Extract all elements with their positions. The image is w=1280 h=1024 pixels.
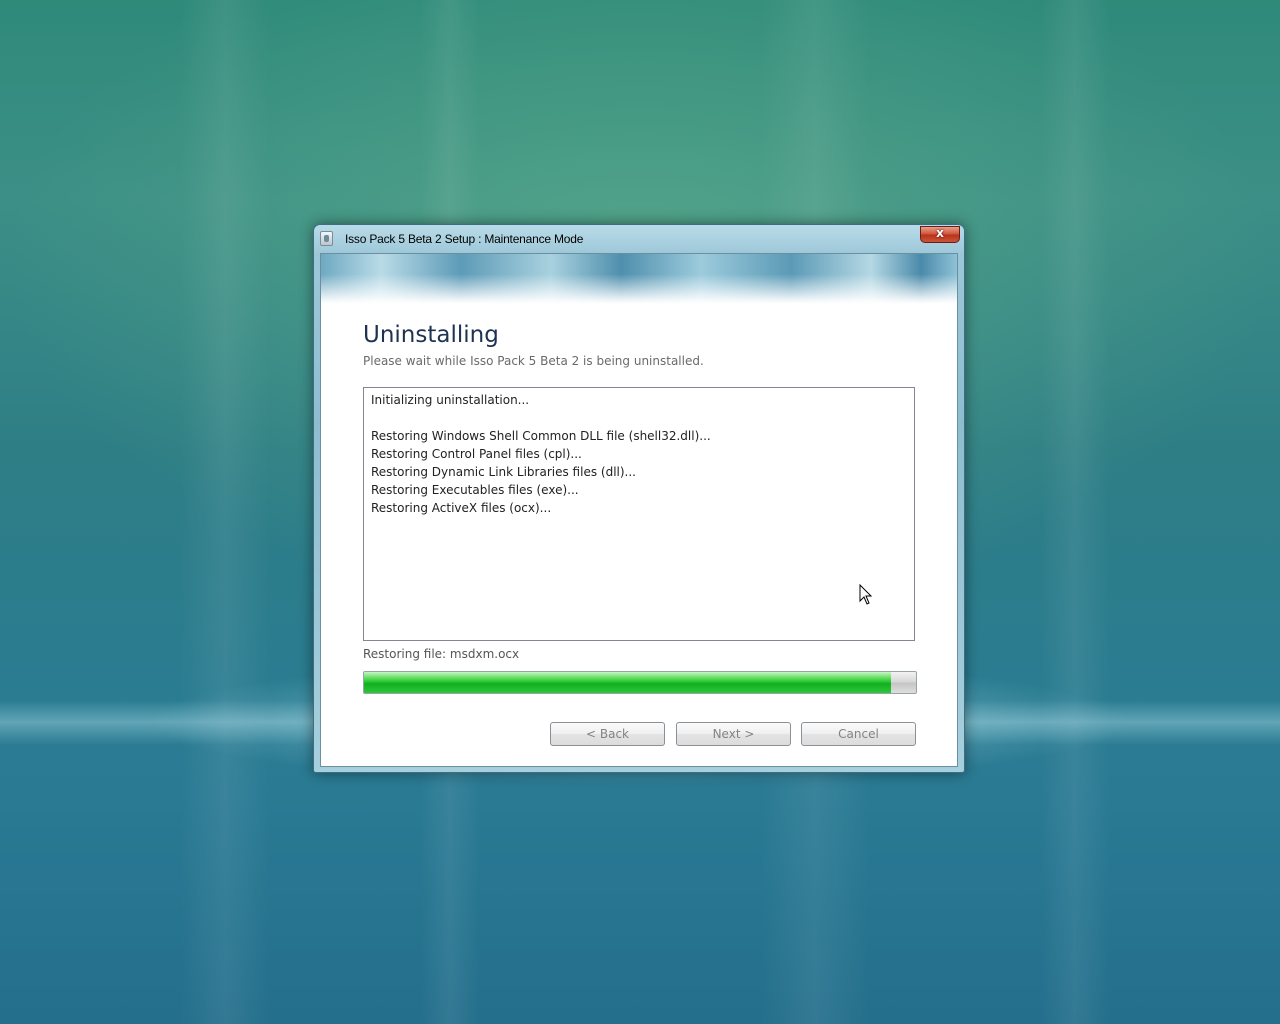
- uninstall-log[interactable]: Initializing uninstallation... Restoring…: [363, 387, 915, 641]
- log-line: Restoring Executables files (exe)...: [371, 483, 579, 497]
- progress-fill: [364, 672, 891, 693]
- page-subtitle: Please wait while Isso Pack 5 Beta 2 is …: [363, 354, 704, 368]
- back-button[interactable]: < Back: [550, 722, 665, 746]
- mouse-cursor-icon: [859, 584, 873, 605]
- log-line: Restoring Windows Shell Common DLL file …: [371, 429, 711, 443]
- window-title: Isso Pack 5 Beta 2 Setup : Maintenance M…: [345, 232, 584, 246]
- log-line: Restoring Control Panel files (cpl)...: [371, 447, 582, 461]
- status-text: Restoring file: msdxm.ocx: [363, 647, 520, 661]
- close-button[interactable]: x: [920, 226, 960, 243]
- window-titlebar[interactable]: Isso Pack 5 Beta 2 Setup : Maintenance M…: [314, 225, 964, 252]
- log-line: Restoring Dynamic Link Libraries files (…: [371, 465, 636, 479]
- page-title: Uninstalling: [363, 322, 499, 348]
- header-banner: [321, 254, 957, 304]
- close-icon: x: [936, 226, 944, 240]
- desktop-light-streak: [180, 0, 270, 1024]
- next-button[interactable]: Next >: [676, 722, 791, 746]
- setup-window: Isso Pack 5 Beta 2 Setup : Maintenance M…: [313, 224, 965, 773]
- progress-bar: [363, 671, 917, 694]
- cancel-button[interactable]: Cancel: [801, 722, 916, 746]
- dialog-content: Uninstalling Please wait while Isso Pack…: [320, 253, 958, 767]
- desktop-light-streak: [1040, 0, 1110, 1024]
- setup-icon: [320, 231, 333, 246]
- log-line: Restoring ActiveX files (ocx)...: [371, 501, 552, 515]
- log-line: Initializing uninstallation...: [371, 393, 530, 407]
